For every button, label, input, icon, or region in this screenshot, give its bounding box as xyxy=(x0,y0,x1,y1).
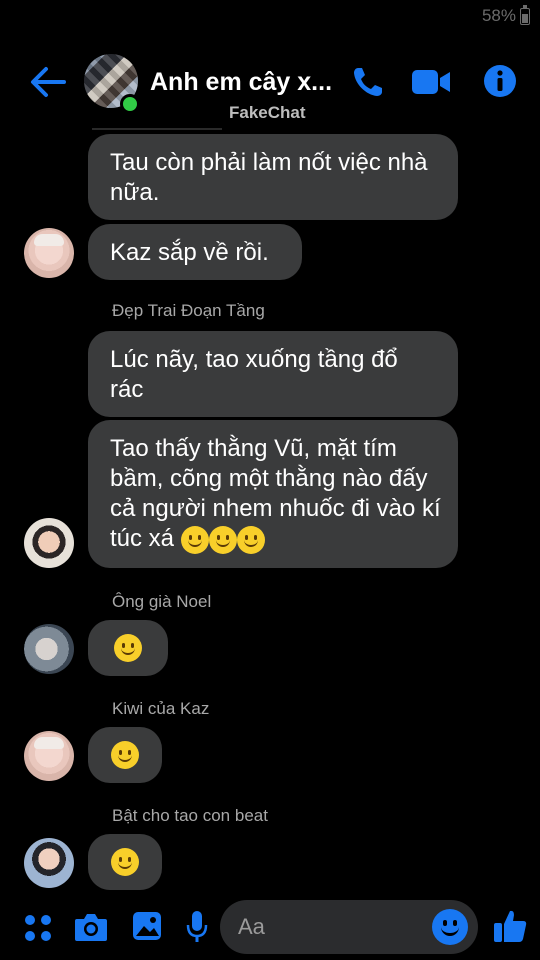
status-bar: 58% xyxy=(481,4,530,26)
message-bubble[interactable]: Kaz sắp về rồi. xyxy=(88,224,302,280)
smiley-emoji-icon[interactable] xyxy=(432,909,468,945)
smiley-emoji-icon xyxy=(208,525,237,554)
message-text: Tao thấy thằng Vũ, mặt tím bầm, cõng một… xyxy=(110,435,441,552)
header-divider xyxy=(92,128,222,130)
avatar[interactable] xyxy=(24,228,74,278)
image-icon[interactable] xyxy=(131,910,163,942)
avatar[interactable] xyxy=(24,518,74,568)
sender-name: Kiwi của Kaz xyxy=(112,699,210,718)
video-camera-icon[interactable] xyxy=(410,66,452,98)
input-placeholder: Aa xyxy=(238,914,265,939)
smiley-emoji-icon xyxy=(114,634,142,662)
smiley-emoji-icon xyxy=(236,525,265,554)
message-bubble[interactable] xyxy=(88,620,168,676)
back-arrow-icon[interactable] xyxy=(28,64,68,100)
message-composer: Aa xyxy=(0,896,540,960)
chat-title[interactable]: Anh em cây x... xyxy=(150,68,332,97)
camera-icon[interactable] xyxy=(74,912,108,942)
smiley-emoji-icon xyxy=(111,848,139,876)
message-bubble[interactable]: Tau còn phải làm nốt việc nhà nữa. xyxy=(88,134,458,220)
message-bubble[interactable] xyxy=(88,834,162,890)
avatar[interactable] xyxy=(24,731,74,781)
sender-name: Ông già Noel xyxy=(112,592,212,611)
watermark: FakeChat xyxy=(229,103,306,122)
smiley-emoji-icon xyxy=(111,741,139,769)
microphone-icon[interactable] xyxy=(186,910,208,944)
message-bubble[interactable] xyxy=(88,727,162,783)
message-bubble[interactable]: Lúc nãy, tao xuống tầng đổ rác xyxy=(88,331,458,417)
sender-name: Đẹp Trai Đoạn Tầng xyxy=(112,301,265,320)
avatar[interactable] xyxy=(24,624,74,674)
apps-grid-icon[interactable] xyxy=(24,914,52,942)
online-indicator xyxy=(120,94,140,114)
message-bubble[interactable]: Tao thấy thằng Vũ, mặt tím bầm, cõng một… xyxy=(88,420,458,568)
thumbs-up-icon[interactable] xyxy=(492,908,528,944)
info-icon[interactable] xyxy=(482,63,518,99)
sender-name: Bật cho tao con beat xyxy=(112,806,268,825)
battery-icon xyxy=(520,4,530,25)
phone-icon[interactable] xyxy=(350,64,386,100)
avatar[interactable] xyxy=(24,838,74,888)
message-input[interactable]: Aa xyxy=(220,900,478,954)
smiley-emoji-icon xyxy=(180,525,209,554)
battery-percent: 58% xyxy=(481,6,516,25)
